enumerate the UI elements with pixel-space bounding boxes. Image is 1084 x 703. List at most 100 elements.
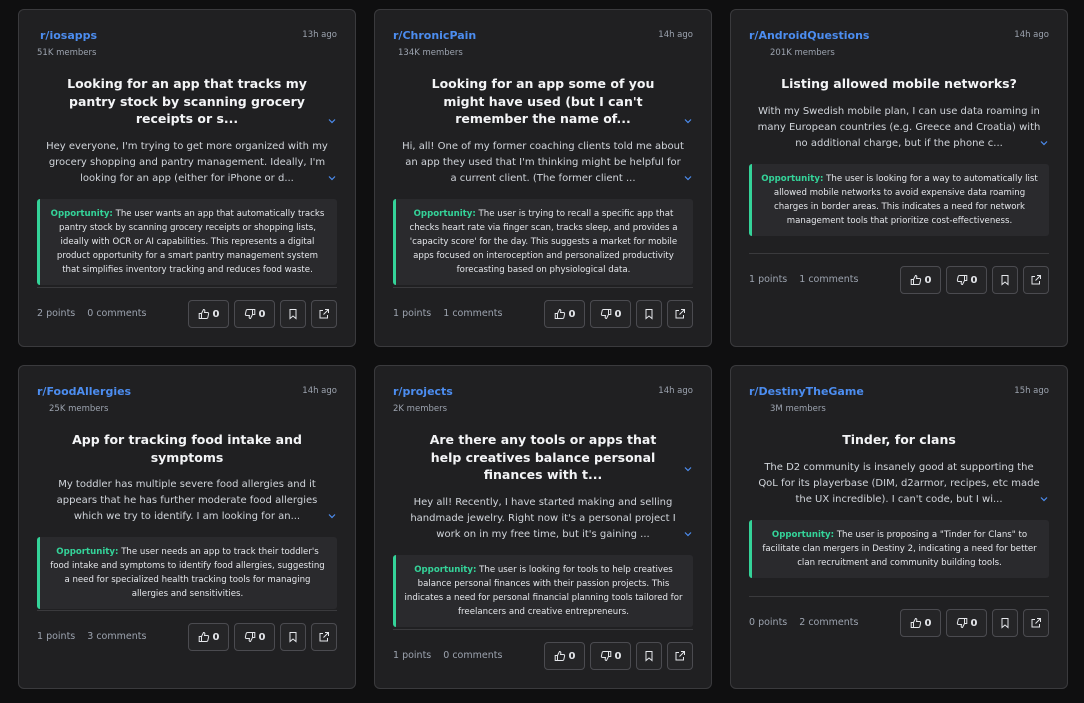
upvote-button[interactable]: 0: [900, 609, 941, 637]
points-count: 1 points: [393, 650, 432, 661]
post-card: r/DestinyTheGame 3M members 15h ago Tind…: [730, 365, 1068, 689]
post-body: Hey everyone, I'm trying to get more org…: [46, 140, 328, 184]
chevron-down-icon[interactable]: [327, 173, 337, 183]
downvote-button[interactable]: 0: [590, 642, 631, 670]
post-footer: 0 points 2 comments 0 0: [749, 609, 1049, 637]
post-footer: 1 points 3 comments 0 0: [37, 623, 337, 651]
thumbs-down-icon: [244, 632, 255, 643]
thumbs-down-icon: [600, 651, 611, 662]
opportunity-box: Opportunity: The user is proposing a "Ti…: [749, 519, 1049, 578]
external-link-icon: [1031, 275, 1041, 285]
thumbs-up-icon: [910, 274, 921, 285]
save-button[interactable]: [280, 300, 306, 328]
member-count: 51K members: [37, 48, 97, 58]
comments-count[interactable]: 1 comments: [443, 308, 502, 319]
save-button[interactable]: [280, 623, 306, 651]
post-title[interactable]: Listing allowed mobile networks?: [769, 75, 1029, 93]
save-button[interactable]: [992, 609, 1018, 637]
subreddit-link[interactable]: r/iosapps: [40, 29, 97, 42]
upvote-button[interactable]: 0: [544, 300, 585, 328]
post-title[interactable]: Tinder, for clans: [769, 431, 1029, 449]
comments-count[interactable]: 0 comments: [87, 308, 146, 319]
post-time: 14h ago: [658, 30, 693, 40]
post-title[interactable]: Looking for an app that tracks my pantry…: [57, 75, 317, 128]
comments-count[interactable]: 2 comments: [799, 617, 858, 628]
member-count: 201K members: [770, 48, 835, 58]
chevron-down-icon[interactable]: [683, 173, 693, 183]
opportunity-label: Opportunity:: [56, 547, 119, 557]
upvote-button[interactable]: 0: [900, 266, 941, 294]
divider: [393, 629, 693, 630]
thumbs-up-icon: [554, 308, 565, 319]
subreddit-link[interactable]: r/ChronicPain: [393, 29, 476, 42]
downvote-count: 0: [258, 308, 266, 320]
downvote-count: 0: [614, 650, 622, 662]
downvote-button[interactable]: 0: [234, 300, 275, 328]
post-time: 15h ago: [1014, 386, 1049, 396]
bookmark-icon: [1001, 275, 1009, 286]
bookmark-icon: [1001, 618, 1009, 629]
external-link-icon: [675, 309, 685, 319]
save-button[interactable]: [636, 300, 662, 328]
thumbs-down-icon: [600, 309, 611, 320]
post-footer: 1 points 1 comments 0 0: [749, 266, 1049, 294]
upvote-count: 0: [568, 308, 576, 320]
bookmark-icon: [645, 309, 653, 320]
subreddit-link[interactable]: r/DestinyTheGame: [749, 385, 864, 398]
open-external-button[interactable]: [1023, 609, 1049, 637]
open-external-button[interactable]: [667, 300, 693, 328]
save-button[interactable]: [636, 642, 662, 670]
open-external-button[interactable]: [667, 642, 693, 670]
downvote-button[interactable]: 0: [234, 623, 275, 651]
upvote-count: 0: [568, 650, 576, 662]
opportunity-box: Opportunity: The user needs an app to tr…: [37, 537, 337, 609]
external-link-icon: [319, 632, 329, 642]
chevron-down-icon[interactable]: [683, 116, 693, 126]
points-count: 0 points: [749, 617, 788, 628]
downvote-button[interactable]: 0: [946, 609, 987, 637]
thumbs-up-icon: [198, 631, 209, 642]
post-title[interactable]: App for tracking food intake and symptom…: [57, 431, 317, 466]
thumbs-down-icon: [956, 618, 967, 629]
chevron-down-icon[interactable]: [683, 529, 693, 539]
upvote-button[interactable]: 0: [188, 300, 229, 328]
opportunity-box: Opportunity: The user is looking for a w…: [749, 163, 1049, 236]
divider: [37, 287, 337, 288]
chevron-down-icon[interactable]: [1039, 138, 1049, 148]
open-external-button[interactable]: [311, 623, 337, 651]
chevron-down-icon[interactable]: [327, 116, 337, 126]
comments-count[interactable]: 1 comments: [799, 274, 858, 285]
downvote-count: 0: [970, 274, 978, 286]
divider: [749, 596, 1049, 597]
opportunity-label: Opportunity:: [50, 208, 113, 219]
post-time: 14h ago: [302, 386, 337, 396]
save-button[interactable]: [992, 266, 1018, 294]
downvote-button[interactable]: 0: [946, 266, 987, 294]
post-card: r/AndroidQuestions 201K members 14h ago …: [730, 9, 1068, 347]
subreddit-link[interactable]: r/AndroidQuestions: [749, 29, 869, 42]
downvote-button[interactable]: 0: [590, 300, 631, 328]
subreddit-link[interactable]: r/FoodAllergies: [37, 385, 131, 398]
open-external-button[interactable]: [1023, 266, 1049, 294]
post-card: r/projects 2K members 14h ago Are there …: [374, 365, 712, 689]
opportunity-box: Opportunity: The user is trying to recal…: [393, 198, 693, 285]
post-body: My toddler has multiple severe food alle…: [56, 479, 318, 522]
upvote-button[interactable]: 0: [188, 623, 229, 651]
thumbs-up-icon: [198, 308, 209, 319]
downvote-count: 0: [614, 308, 622, 320]
post-title[interactable]: Looking for an app some of you might hav…: [413, 75, 673, 128]
post-title[interactable]: Are there any tools or apps that help cr…: [413, 431, 673, 484]
comments-count[interactable]: 3 comments: [87, 631, 146, 642]
points-count: 1 points: [393, 308, 432, 319]
post-body: Hi, all! One of my former coaching clien…: [402, 140, 684, 184]
comments-count[interactable]: 0 comments: [443, 650, 502, 661]
subreddit-link[interactable]: r/projects: [393, 385, 453, 398]
upvote-button[interactable]: 0: [544, 642, 585, 670]
chevron-down-icon[interactable]: [1039, 494, 1049, 504]
post-body: The D2 community is insanely good at sup…: [758, 461, 1040, 505]
chevron-down-icon[interactable]: [683, 464, 693, 474]
upvote-count: 0: [924, 617, 932, 629]
member-count: 3M members: [770, 404, 826, 414]
chevron-down-icon[interactable]: [327, 511, 337, 521]
open-external-button[interactable]: [311, 300, 337, 328]
